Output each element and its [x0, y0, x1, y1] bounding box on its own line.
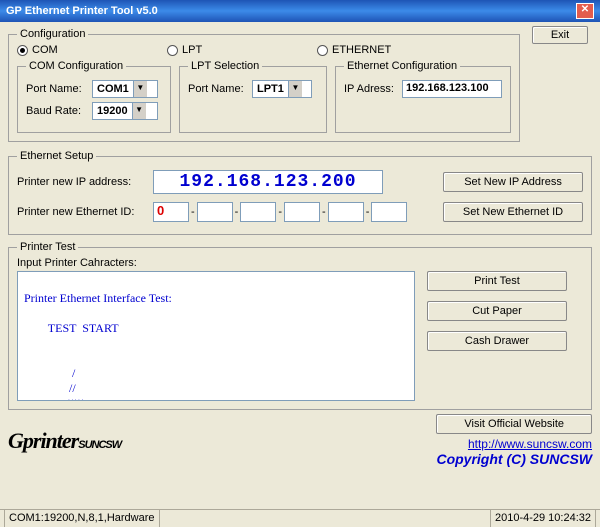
- ethernet-configuration-group: Ethernet Configuration IP Adress: 192.16…: [335, 60, 511, 133]
- radio-dot-icon: [317, 45, 328, 56]
- radio-dot-icon: [17, 45, 28, 56]
- visit-website-button[interactable]: Visit Official Website: [436, 414, 592, 434]
- eth-id-input-5[interactable]: [371, 202, 407, 222]
- website-link[interactable]: http://www.suncsw.com: [468, 437, 592, 451]
- copyright-text: Copyright (C) SUNCSW: [436, 451, 592, 467]
- input-characters-textarea[interactable]: Printer Ethernet Interface Test: TEST ST…: [17, 271, 415, 401]
- eth-id-input-2[interactable]: [240, 202, 276, 222]
- lpt-selection-group: LPT Selection Port Name: LPT1 ▼: [179, 60, 327, 133]
- eth-id-input-3[interactable]: [284, 202, 320, 222]
- new-ip-label: Printer new IP address:: [17, 176, 147, 188]
- radio-com[interactable]: COM: [17, 44, 167, 56]
- configuration-group: Configuration COM LPT ETHERNET COM Confi…: [8, 28, 520, 142]
- cut-paper-button[interactable]: Cut Paper: [427, 301, 567, 321]
- cash-drawer-button[interactable]: Cash Drawer: [427, 331, 567, 351]
- chevron-down-icon: ▼: [133, 81, 147, 97]
- new-ip-input[interactable]: 192.168.123.200: [153, 170, 383, 194]
- exit-button[interactable]: Exit: [532, 26, 588, 44]
- logo: Gprinter SUNCSW: [8, 428, 121, 454]
- title-bar: GP Ethernet Printer Tool v5.0 ✕: [0, 0, 600, 22]
- input-characters-label: Input Printer Cahracters:: [17, 257, 583, 269]
- com-port-label: Port Name:: [26, 83, 86, 95]
- com-baud-combo[interactable]: 19200 ▼: [92, 102, 158, 120]
- status-bar: COM1:19200,N,8,1,Hardware 2010-4-29 10:2…: [0, 509, 600, 527]
- new-eth-id-label: Printer new Ethernet ID:: [17, 206, 147, 218]
- radio-lpt[interactable]: LPT: [167, 44, 317, 56]
- lpt-port-label: Port Name:: [188, 83, 246, 95]
- eth-ip-input[interactable]: 192.168.123.100: [402, 80, 502, 98]
- eth-id-input-1[interactable]: [197, 202, 233, 222]
- com-port-combo[interactable]: COM1 ▼: [92, 80, 158, 98]
- com-configuration-group: COM Configuration Port Name: COM1 ▼ Baud…: [17, 60, 171, 133]
- window-title: GP Ethernet Printer Tool v5.0: [6, 0, 158, 22]
- com-baud-label: Baud Rate:: [26, 105, 86, 117]
- set-new-ip-button[interactable]: Set New IP Address: [443, 172, 583, 192]
- status-left: COM1:19200,N,8,1,Hardware: [4, 510, 160, 527]
- configuration-legend: Configuration: [17, 28, 88, 40]
- eth-id-input-0[interactable]: 0: [153, 202, 189, 222]
- ethernet-setup-group: Ethernet Setup Printer new IP address: 1…: [8, 150, 592, 235]
- close-icon[interactable]: ✕: [576, 3, 594, 19]
- print-test-button[interactable]: Print Test: [427, 271, 567, 291]
- status-right: 2010-4-29 10:24:32: [490, 510, 596, 527]
- lpt-port-combo[interactable]: LPT1 ▼: [252, 80, 312, 98]
- eth-id-input-4[interactable]: [328, 202, 364, 222]
- eth-ip-label: IP Adress:: [344, 83, 396, 95]
- chevron-down-icon: ▼: [288, 81, 302, 97]
- set-new-eth-id-button[interactable]: Set New Ethernet ID: [443, 202, 583, 222]
- radio-ethernet[interactable]: ETHERNET: [317, 44, 391, 56]
- printer-test-group: Printer Test Input Printer Cahracters: P…: [8, 241, 592, 410]
- radio-dot-icon: [167, 45, 178, 56]
- chevron-down-icon: ▼: [132, 103, 146, 119]
